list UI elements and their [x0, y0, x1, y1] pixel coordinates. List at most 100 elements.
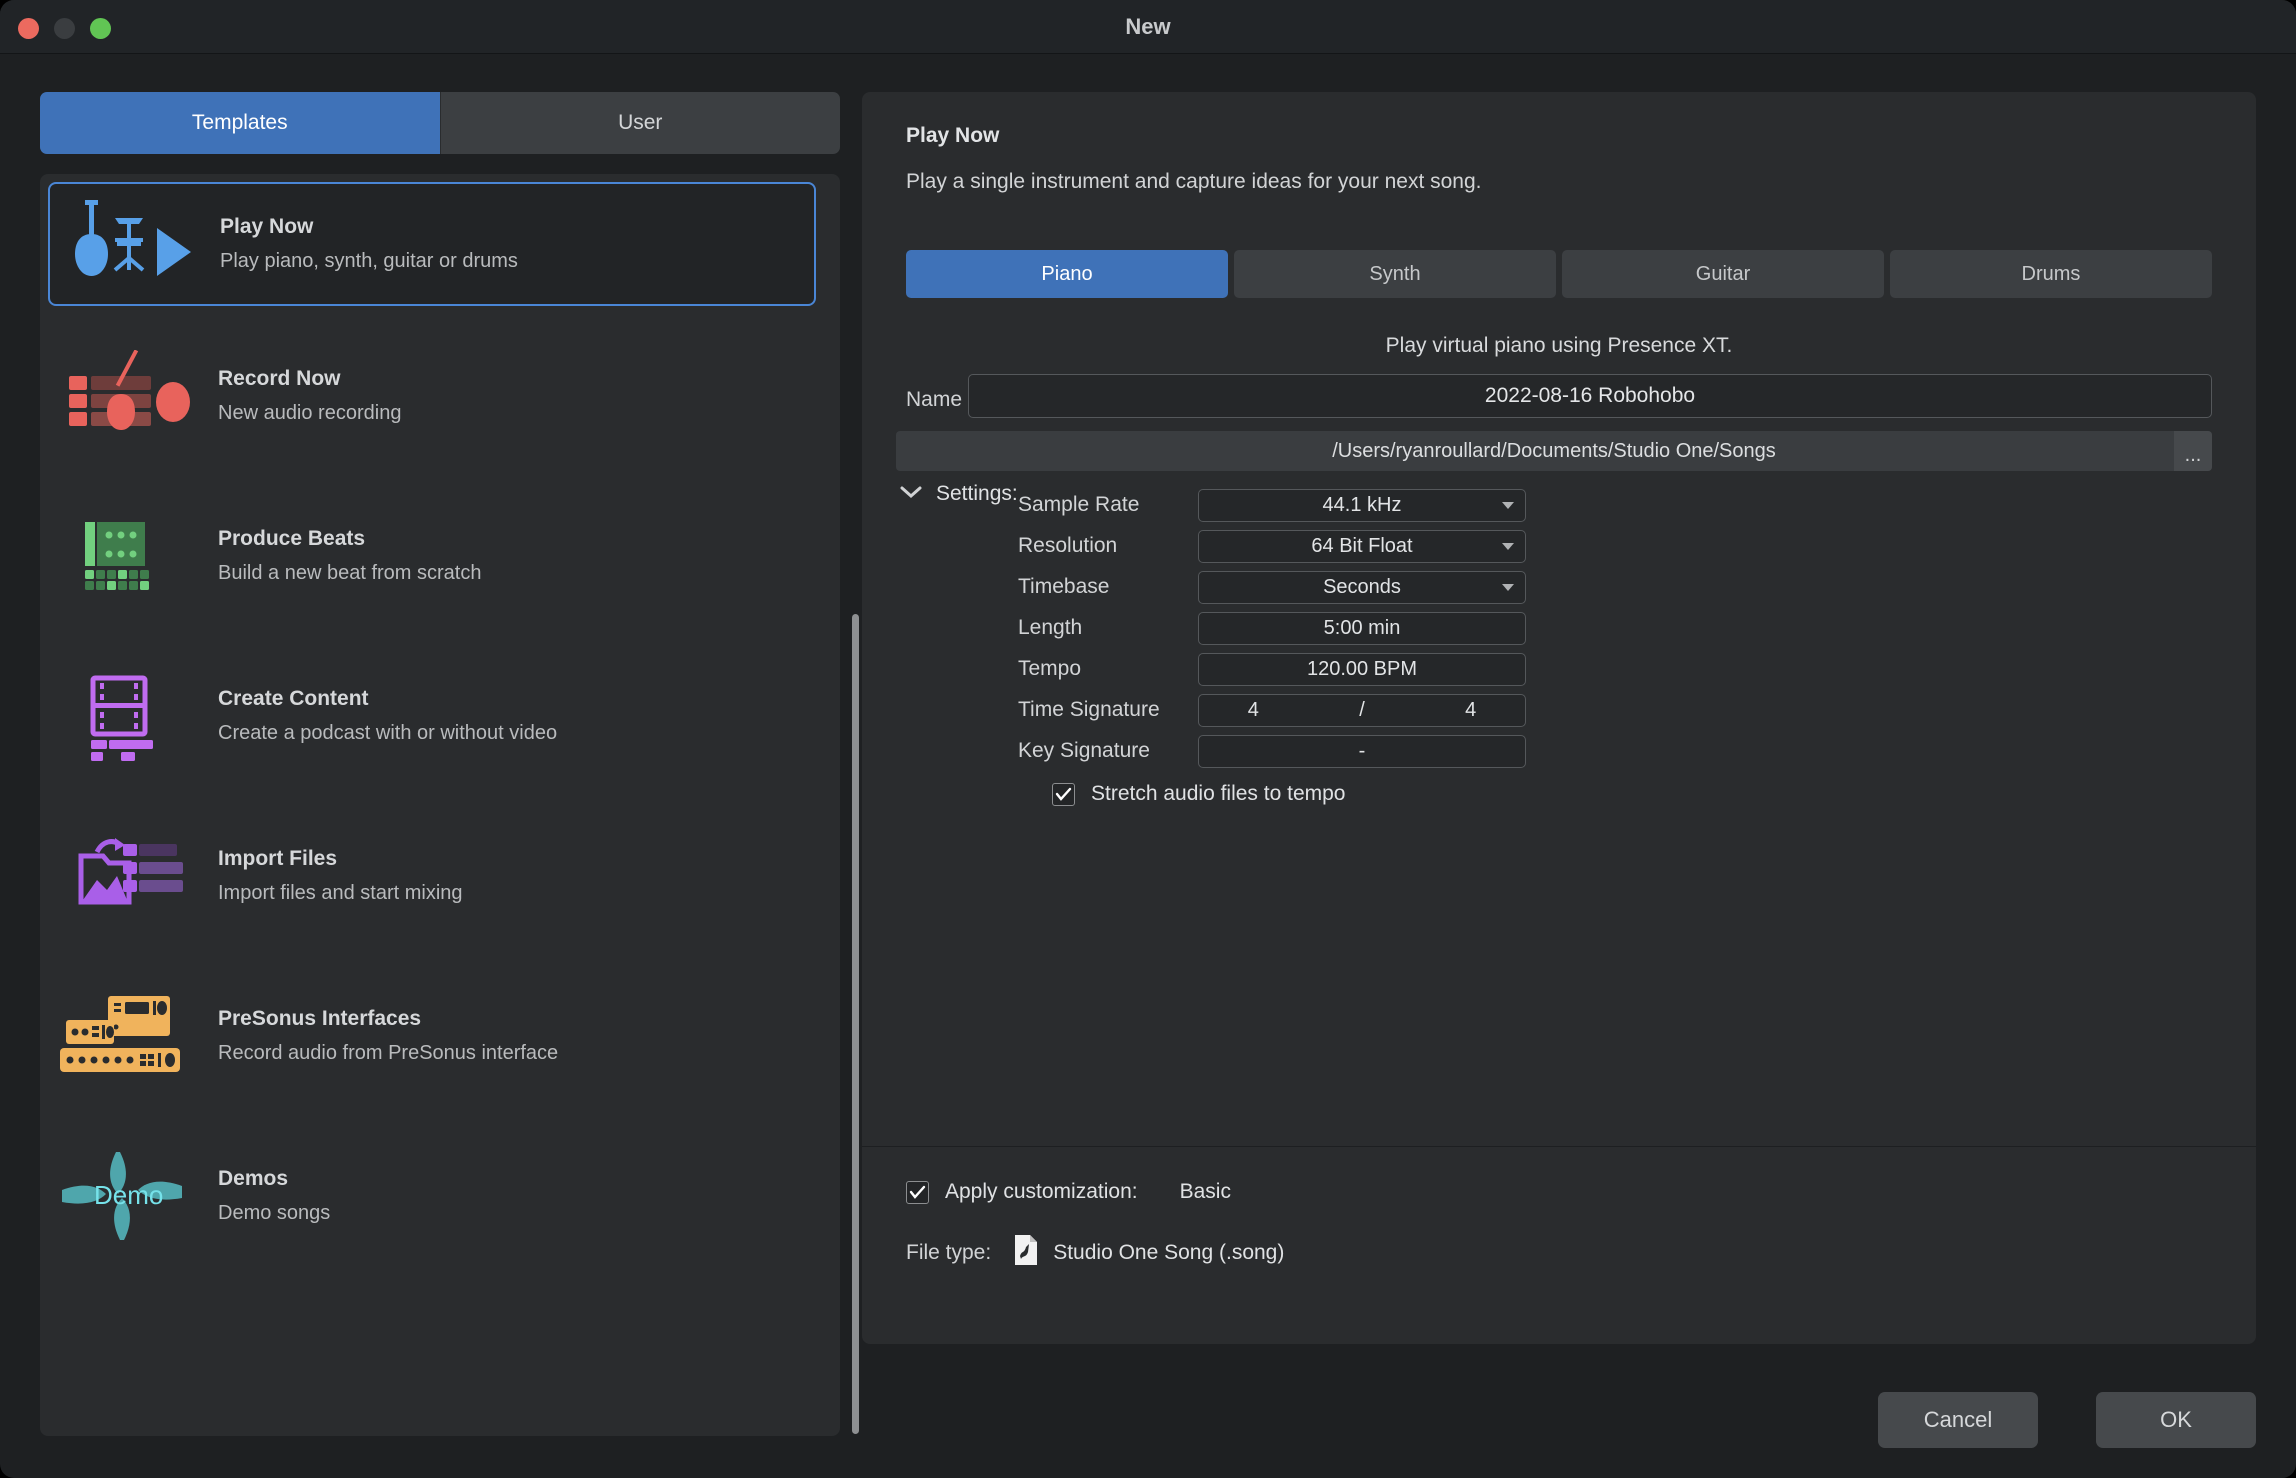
list-item-demos[interactable]: Demo Demos Demo songs [48, 1134, 816, 1258]
checkmark-icon [909, 1185, 926, 1200]
title-bar: New [0, 0, 2296, 54]
tab-templates-label: Templates [192, 111, 288, 135]
time-signature-numerator[interactable]: 4 [1199, 699, 1308, 722]
instrument-tabs: Piano Synth Guitar Drums [906, 250, 2212, 298]
folder-import-icon [48, 821, 208, 931]
time-signature-input[interactable]: 4 / 4 [1198, 694, 1526, 727]
setting-row-tempo: Tempo 120.00 BPM [1018, 652, 1526, 686]
tab-guitar-label: Guitar [1696, 263, 1750, 286]
film-strip-icon [48, 661, 208, 771]
apply-customization-checkbox[interactable] [906, 1181, 929, 1204]
browse-path-button[interactable]: ... [2174, 431, 2212, 471]
list-item-produce-beats[interactable]: Produce Beats Build a new beat from scra… [48, 494, 816, 618]
template-list-scrollbar[interactable] [852, 614, 859, 1434]
setting-label: Key Signature [1018, 739, 1198, 763]
setting-label: Resolution [1018, 534, 1198, 558]
window-title: New [0, 0, 2296, 54]
time-signature-separator: / [1308, 699, 1417, 722]
list-item-subtitle: Record audio from PreSonus interface [218, 1042, 558, 1065]
time-signature-parts: 4 / 4 [1199, 699, 1525, 722]
list-item-title: Import Files [218, 847, 463, 871]
timebase-value: Seconds [1323, 576, 1401, 599]
left-column: Templates User [40, 92, 840, 1352]
chevron-down-icon [1502, 543, 1514, 550]
checkmark-icon [1055, 787, 1072, 802]
sample-rate-value: 44.1 kHz [1323, 494, 1402, 517]
list-item-text: Record Now New audio recording [208, 367, 401, 425]
length-value: 5:00 min [1324, 617, 1401, 640]
tab-synth-label: Synth [1369, 263, 1420, 286]
tab-user[interactable]: User [440, 92, 841, 154]
song-path-value: /Users/ryanroullard/Documents/Studio One… [1332, 440, 1776, 463]
sample-rate-dropdown[interactable]: 44.1 kHz [1198, 489, 1526, 522]
setting-row-sample-rate: Sample Rate 44.1 kHz [1018, 488, 1526, 522]
song-name-input[interactable]: 2022-08-16 Robohobo [968, 374, 2212, 418]
dialog-footer: Cancel OK [0, 1372, 2296, 1478]
file-type-label: File type: [906, 1241, 991, 1265]
setting-label: Length [1018, 616, 1198, 640]
panel-divider [862, 1146, 2256, 1147]
list-item-presonus-interfaces[interactable]: PreSonus Interfaces Record audio from Pr… [48, 974, 816, 1098]
time-signature-denominator[interactable]: 4 [1416, 699, 1525, 722]
tab-piano[interactable]: Piano [906, 250, 1228, 298]
tab-user-label: User [618, 111, 662, 135]
list-item-title: Create Content [218, 687, 557, 711]
guitar-drums-play-icon [50, 189, 210, 299]
tab-synth[interactable]: Synth [1234, 250, 1556, 298]
drum-pads-icon [48, 501, 208, 611]
key-signature-value: - [1359, 740, 1366, 763]
apply-customization-row: Apply customization: Basic [906, 1180, 1231, 1204]
resolution-dropdown[interactable]: 64 Bit Float [1198, 530, 1526, 563]
ok-button[interactable]: OK [2096, 1392, 2256, 1448]
source-tabs: Templates User [40, 92, 840, 154]
new-song-dialog: New Templates User [0, 0, 2296, 1478]
setting-label: Timebase [1018, 575, 1198, 599]
timebase-dropdown[interactable]: Seconds [1198, 571, 1526, 604]
list-item-record-now[interactable]: Record Now New audio recording [48, 334, 816, 458]
tempo-input[interactable]: 120.00 BPM [1198, 653, 1526, 686]
detail-title: Play Now [906, 124, 999, 148]
list-item-play-now[interactable]: Play Now Play piano, synth, guitar or dr… [48, 182, 816, 306]
tempo-value: 120.00 BPM [1307, 658, 1417, 681]
guitar-waveform-record-icon [48, 341, 208, 451]
tab-drums-label: Drums [2022, 263, 2081, 286]
list-item-import-files[interactable]: Import Files Import files and start mixi… [48, 814, 816, 938]
list-item-title: Play Now [220, 215, 518, 239]
list-item-create-content[interactable]: Create Content Create a podcast with or … [48, 654, 816, 778]
key-signature-input[interactable]: - [1198, 735, 1526, 768]
name-label: Name [906, 388, 962, 412]
setting-row-time-signature: Time Signature 4 / 4 [1018, 693, 1526, 727]
list-item-text: Demos Demo songs [208, 1167, 330, 1225]
cancel-button[interactable]: Cancel [1878, 1392, 2038, 1448]
list-item-title: Produce Beats [218, 527, 481, 551]
demo-icon-text: Demo [94, 1180, 163, 1210]
instrument-hint: Play virtual piano using Presence XT. [862, 334, 2256, 358]
tab-templates[interactable]: Templates [40, 92, 440, 154]
song-path-field[interactable]: /Users/ryanroullard/Documents/Studio One… [896, 431, 2212, 471]
settings-disclosure[interactable]: Settings: [898, 482, 1018, 506]
template-list[interactable]: Play Now Play piano, synth, guitar or dr… [40, 174, 840, 1436]
setting-label: Tempo [1018, 657, 1198, 681]
setting-label: Time Signature [1018, 698, 1198, 722]
list-item-subtitle: Build a new beat from scratch [218, 562, 481, 585]
setting-row-timebase: Timebase Seconds [1018, 570, 1526, 604]
song-file-icon [1013, 1234, 1039, 1271]
detail-panel: Play Now Play a single instrument and ca… [862, 92, 2256, 1344]
setting-row-length: Length 5:00 min [1018, 611, 1526, 645]
stretch-audio-checkbox[interactable] [1052, 783, 1075, 806]
setting-row-resolution: Resolution 64 Bit Float [1018, 529, 1526, 563]
list-item-title: Record Now [218, 367, 401, 391]
resolution-value: 64 Bit Float [1311, 535, 1412, 558]
settings-label: Settings: [936, 482, 1018, 506]
length-input[interactable]: 5:00 min [1198, 612, 1526, 645]
list-item-subtitle: Import files and start mixing [218, 882, 463, 905]
setting-row-key-signature: Key Signature - [1018, 734, 1526, 768]
tab-drums[interactable]: Drums [1890, 250, 2212, 298]
apply-customization-value[interactable]: Basic [1180, 1180, 1231, 1204]
list-item-title: Demos [218, 1167, 330, 1191]
list-item-text: Produce Beats Build a new beat from scra… [208, 527, 481, 585]
chevron-down-icon [1502, 584, 1514, 591]
apply-customization-label: Apply customization: [945, 1180, 1138, 1204]
tab-guitar[interactable]: Guitar [1562, 250, 1884, 298]
list-item-subtitle: Play piano, synth, guitar or drums [220, 250, 518, 273]
